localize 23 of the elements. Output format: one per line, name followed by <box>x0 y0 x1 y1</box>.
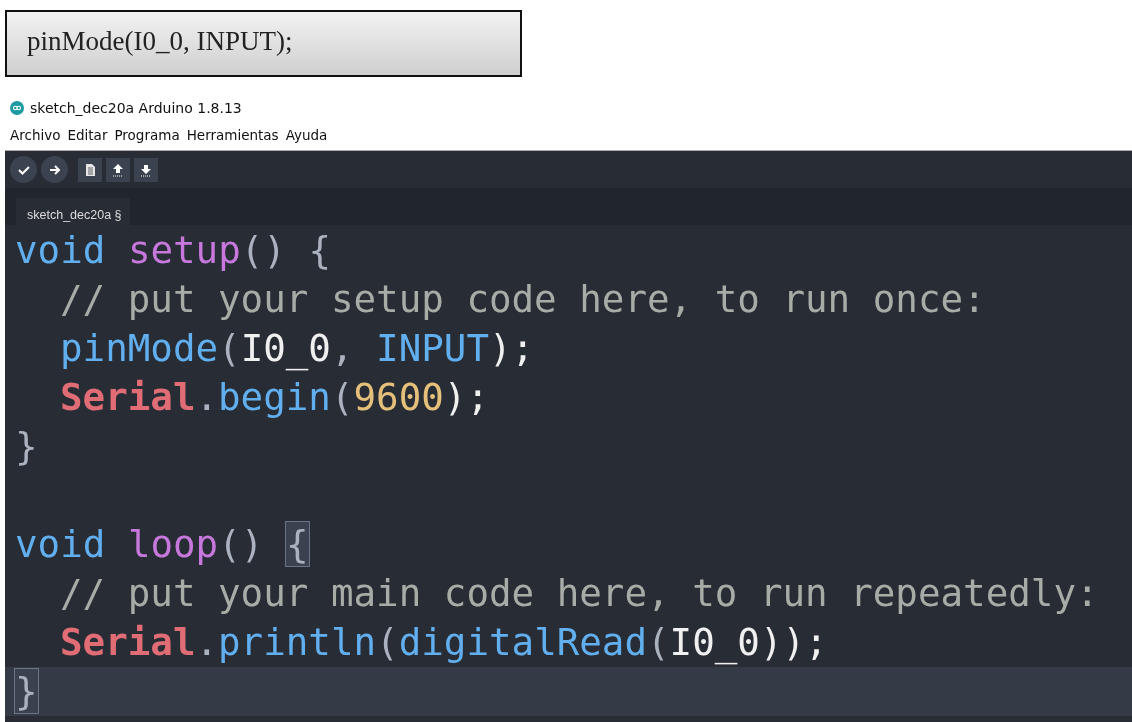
upload-button[interactable] <box>41 156 68 183</box>
menu-item[interactable]: Programa <box>114 127 180 145</box>
code-snippet-box: pinMode(I0_0, INPUT); <box>5 10 522 77</box>
code-line: void loop() { <box>14 521 310 568</box>
app-logo-icon <box>10 101 24 115</box>
code-line: pinMode(I0_0, INPUT); <box>59 325 536 373</box>
new-button[interactable] <box>78 157 102 182</box>
code-line: void setup() { <box>14 227 333 274</box>
code-line: Serial.println(digitalRead(I0_0)); <box>59 619 829 667</box>
code-line: } <box>14 423 39 470</box>
window-title: sketch_dec20a Arduino 1.8.13 <box>30 100 242 116</box>
save-button[interactable] <box>134 157 158 182</box>
code-editor[interactable]: void setup() { // put your setup code here, to run once: pinMode(I0_0, INPUT); Serial.begin(9600); } void loop() { // put your main code here, to run repeatedly: Serial.println(digitalRead(I0_0)); } <box>5 225 1132 722</box>
verify-button[interactable] <box>10 156 37 183</box>
menu-item[interactable]: Editar <box>67 127 108 145</box>
menu-item[interactable]: Archivo <box>10 127 61 145</box>
open-button[interactable] <box>106 157 130 182</box>
menu-item[interactable]: Herramientas <box>186 127 279 145</box>
editor-tab[interactable]: sketch_dec20a § <box>16 198 130 225</box>
code-line: Serial.begin(9600); <box>59 374 490 421</box>
code-line: // put your main code here, to run repeatedly: <box>59 570 1100 617</box>
code-line: // put your setup code here, to run once: <box>59 276 987 323</box>
menu-item[interactable]: Ayuda <box>285 127 328 145</box>
